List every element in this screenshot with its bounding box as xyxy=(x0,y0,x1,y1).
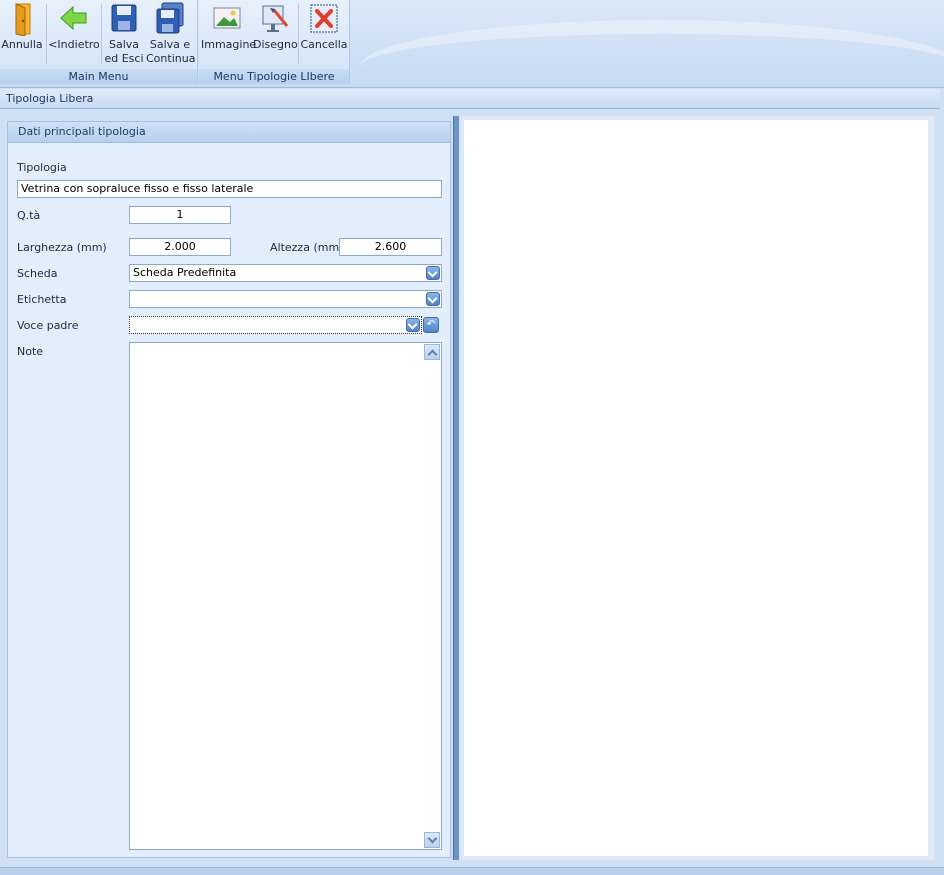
indietro-button[interactable]: <Indietro xyxy=(48,0,100,68)
section-header: Dati principali tipologia xyxy=(8,122,450,143)
qta-label: Q.tà xyxy=(17,209,41,222)
scroll-down-icon[interactable] xyxy=(424,832,440,848)
drawing-icon xyxy=(262,5,289,32)
chevron-down-icon[interactable] xyxy=(426,292,440,306)
save-disk-icon xyxy=(111,4,137,32)
chevron-down-icon[interactable] xyxy=(426,266,440,280)
etichetta-label: Etichetta xyxy=(17,293,67,306)
save-multiple-icon xyxy=(156,2,184,34)
chevron-down-icon[interactable] xyxy=(406,318,420,332)
page-title-bar: Tipologia Libera xyxy=(0,89,940,109)
preview-panel xyxy=(460,116,934,860)
tipologia-input[interactable]: Vetrina con sopraluce fisso e fisso late… xyxy=(17,180,442,198)
door-exit-icon xyxy=(15,3,31,36)
delete-x-icon xyxy=(310,4,338,33)
group-main-menu: Annulla <Indietro Salva ed Esci Salva e … xyxy=(0,0,198,84)
etichetta-select[interactable] xyxy=(129,290,442,308)
scroll-up-icon[interactable] xyxy=(424,344,440,360)
scheda-label: Scheda xyxy=(17,267,58,280)
note-label: Note xyxy=(17,345,44,358)
form-panel: Dati principali tipologia Tipologia Vetr… xyxy=(7,121,451,858)
larghezza-input[interactable]: 2.000 xyxy=(129,238,231,256)
voce-padre-label: Voce padre xyxy=(17,319,79,332)
undo-icon[interactable]: ↶ xyxy=(423,317,439,333)
note-textarea[interactable] xyxy=(129,342,442,850)
section-title: Dati principali tipologia xyxy=(18,125,146,138)
disegno-button[interactable]: Disegno xyxy=(253,0,298,68)
panel-splitter[interactable] xyxy=(453,116,459,860)
larghezza-label: Larghezza (mm) xyxy=(17,241,107,254)
voce-padre-select[interactable] xyxy=(129,316,422,334)
altezza-label: Altezza (mm) xyxy=(270,241,344,254)
back-arrow-icon xyxy=(60,5,87,31)
image-icon xyxy=(213,7,241,29)
scheda-selected-value: Scheda Predefinita xyxy=(133,266,237,279)
page-title: Tipologia Libera xyxy=(6,92,94,105)
cancella-button[interactable]: Cancella xyxy=(300,0,348,68)
ribbon: Annulla <Indietro Salva ed Esci Salva e … xyxy=(0,0,944,88)
salva-continua-button[interactable]: Salva e Continua xyxy=(146,0,195,68)
scheda-select[interactable]: Scheda Predefinita xyxy=(129,264,442,282)
salva-esci-button[interactable]: Salva ed Esci xyxy=(102,0,146,68)
qta-input[interactable]: 1 xyxy=(129,206,231,224)
drawing-canvas[interactable] xyxy=(464,120,928,856)
group-label-menu-tipologie: Menu Tipologie LIbere xyxy=(199,69,349,84)
tipologia-label: Tipologia xyxy=(17,161,67,174)
immagine-button[interactable]: Immagine xyxy=(201,0,256,68)
annulla-button[interactable]: Annulla xyxy=(0,0,44,68)
group-label-main-menu: Main Menu xyxy=(0,69,197,84)
group-menu-tipologie: Immagine Disegno Cancella Menu Tipologie… xyxy=(199,0,350,84)
altezza-input[interactable]: 2.600 xyxy=(339,238,442,256)
